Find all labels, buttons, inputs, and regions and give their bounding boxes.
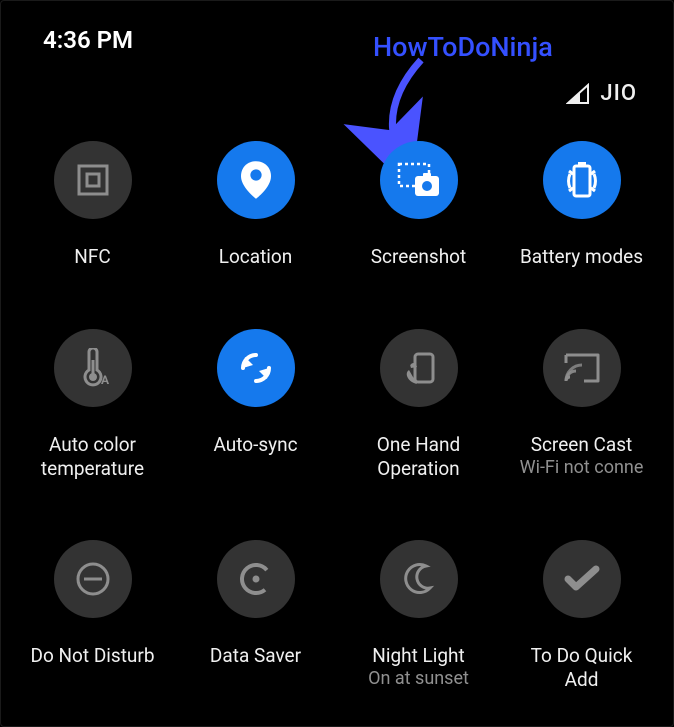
sync-icon xyxy=(217,329,295,407)
one-hand-icon xyxy=(380,329,458,407)
dnd-icon xyxy=(54,540,132,618)
tile-label: To Do Quick Add xyxy=(529,644,635,692)
moon-icon xyxy=(380,540,458,618)
tile-do-not-disturb[interactable]: Do Not Disturb xyxy=(11,540,174,692)
tile-nfc[interactable]: NFC xyxy=(11,141,174,269)
tile-screen-cast[interactable]: Screen Cast Wi-Fi not conne xyxy=(500,329,663,481)
tile-todo-quick-add[interactable]: To Do Quick Add xyxy=(500,540,663,692)
battery-icon xyxy=(543,141,621,219)
watermark-text: HowToDoNinja xyxy=(373,31,553,63)
tile-label: Auto color temperature xyxy=(39,433,146,481)
tile-data-saver[interactable]: Data Saver xyxy=(174,540,337,692)
tile-label: One Hand Operation xyxy=(375,433,462,481)
tile-sublabel: Wi-Fi not conne xyxy=(518,457,646,480)
cast-icon xyxy=(543,329,621,407)
thermometer-icon: A xyxy=(54,329,132,407)
tile-label: NFC xyxy=(72,245,112,269)
data-saver-icon xyxy=(217,540,295,618)
tile-label: Auto-sync xyxy=(211,433,299,457)
tile-label: Night Light xyxy=(370,644,466,668)
tile-location[interactable]: Location xyxy=(174,141,337,269)
tile-auto-color-temperature[interactable]: A Auto color temperature xyxy=(11,329,174,481)
check-icon xyxy=(543,540,621,618)
signal-icon xyxy=(566,83,590,105)
tile-screenshot[interactable]: Screenshot xyxy=(337,141,500,269)
status-time: 4:36 PM xyxy=(43,26,133,54)
tile-auto-sync[interactable]: Auto-sync xyxy=(174,329,337,481)
screenshot-icon xyxy=(380,141,458,219)
tile-label: Location xyxy=(217,245,295,269)
status-bar: 4:36 PM xyxy=(1,1,673,64)
quick-settings-grid: NFC Location Screenshot xyxy=(1,131,673,692)
tile-label: Screenshot xyxy=(369,245,468,269)
tile-one-hand[interactable]: One Hand Operation xyxy=(337,329,500,481)
tile-label: Do Not Disturb xyxy=(28,644,156,668)
tile-sublabel: On at sunset xyxy=(366,668,471,691)
nfc-icon xyxy=(54,141,132,219)
tile-label: Data Saver xyxy=(208,644,303,668)
location-icon xyxy=(217,141,295,219)
network-indicator: JIO xyxy=(566,81,637,106)
tile-night-light[interactable]: Night Light On at sunset xyxy=(337,540,500,692)
carrier-label: JIO xyxy=(600,81,637,106)
tile-label: Screen Cast xyxy=(529,433,635,457)
tile-label: Battery modes xyxy=(518,245,645,269)
svg-text:A: A xyxy=(101,373,109,387)
tile-battery-modes[interactable]: Battery modes xyxy=(500,141,663,269)
